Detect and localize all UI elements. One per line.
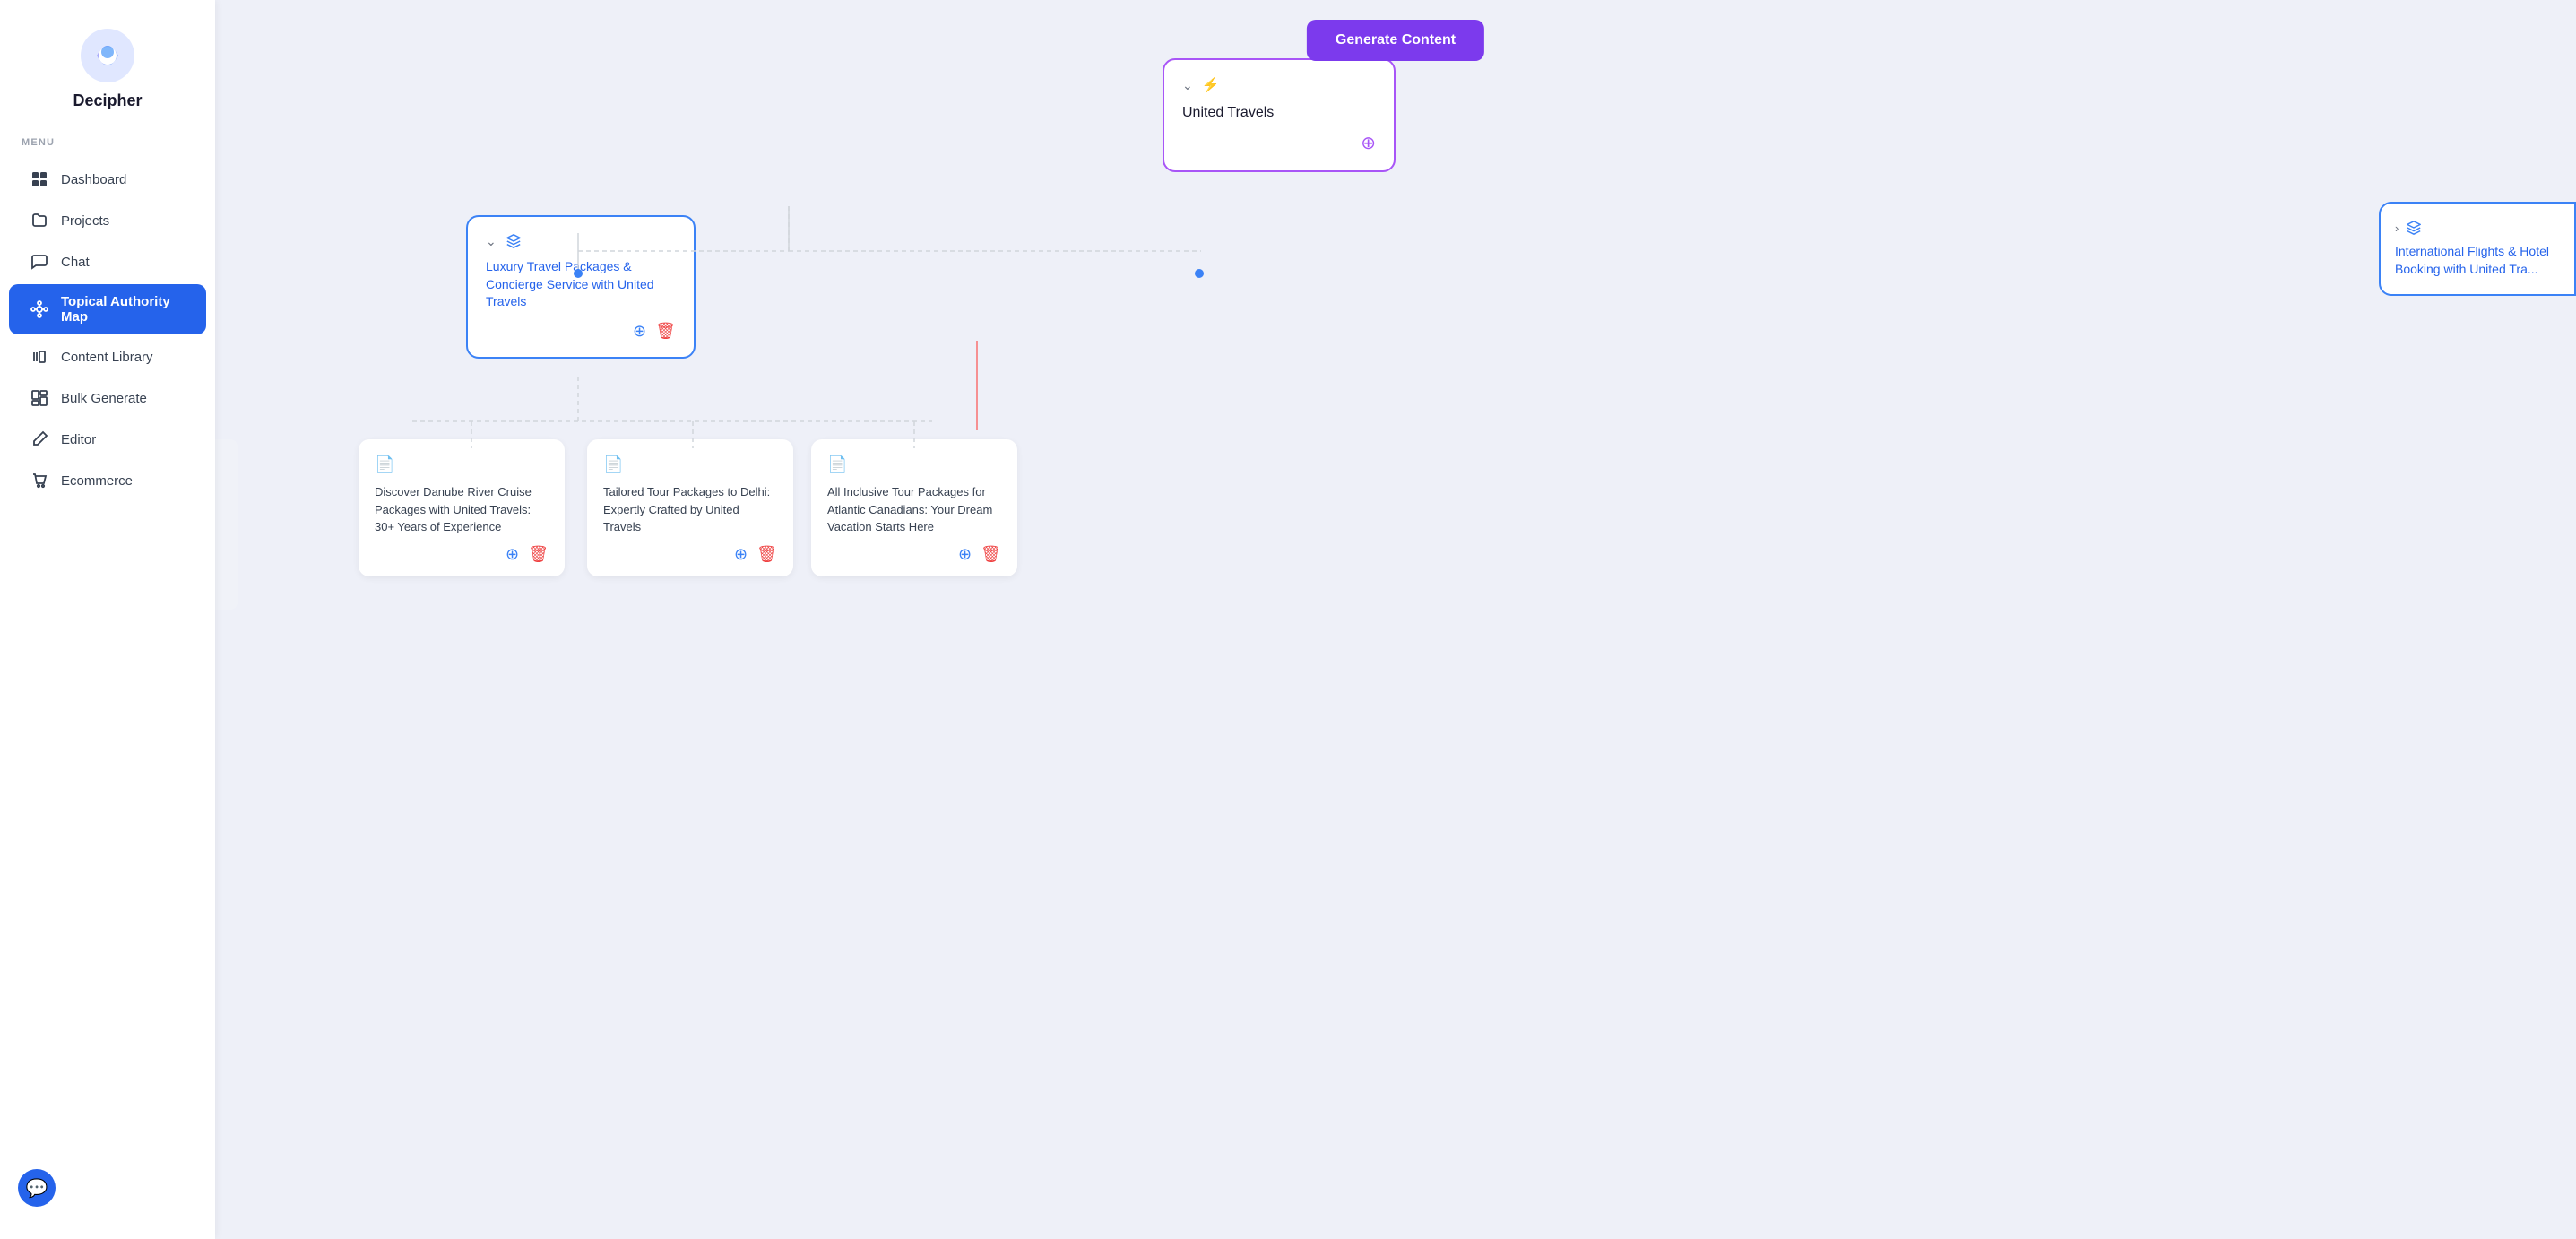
editor-label: Editor <box>61 432 96 447</box>
leaf-title-3: All Inclusive Tour Packages for Atlantic… <box>827 483 1001 536</box>
generate-content-button[interactable]: Generate Content <box>1307 20 1484 61</box>
bulk-generate-icon <box>30 389 48 407</box>
bulk-generate-label: Bulk Generate <box>61 391 147 406</box>
mid-left-delete-button[interactable]: 🗑 <box>655 322 676 341</box>
mid-left-collapse-icon[interactable]: ⌄ <box>486 234 497 249</box>
bolt-icon: ⚡ <box>1202 76 1220 94</box>
content-library-label: Content Library <box>61 350 153 365</box>
leaf-icon-3: 📄 <box>827 455 1001 474</box>
mid-node-left-header: ⌄ <box>486 233 676 249</box>
mid-node-right: › International Flights & Hotel Booking … <box>2379 202 2576 296</box>
topical-authority-icon <box>30 300 48 318</box>
leaf-1-add-button[interactable]: ⊕ <box>506 545 519 564</box>
dashboard-label: Dashboard <box>61 172 126 187</box>
topical-authority-label: Topical Authority Map <box>61 294 185 325</box>
menu-label: MENU <box>0 137 215 159</box>
leaf-actions-3: ⊕ 🗑 <box>827 545 1001 564</box>
chat-label: Chat <box>61 255 90 270</box>
projects-label: Projects <box>61 213 109 229</box>
collapse-icon[interactable]: ⌄ <box>1182 78 1193 93</box>
chat-support-button[interactable]: 💬 <box>18 1169 56 1207</box>
left-partial-strip <box>215 439 238 610</box>
sidebar-item-topical-authority[interactable]: Topical Authority Map <box>9 284 206 334</box>
editor-icon <box>30 430 48 448</box>
mid-node-right-header: › <box>2395 220 2560 236</box>
sidebar-item-ecommerce[interactable]: Ecommerce <box>9 462 206 499</box>
mid-node-left-actions: ⊕ 🗑 <box>486 322 676 341</box>
mid-node-left: ⌄ Luxury Travel Packages & Concierge Ser… <box>466 215 696 359</box>
sidebar-item-bulk-generate[interactable]: Bulk Generate <box>9 379 206 417</box>
sidebar-item-editor[interactable]: Editor <box>9 420 206 458</box>
leaf-3-add-button[interactable]: ⊕ <box>958 545 972 564</box>
chat-bubble-icon: 💬 <box>26 1177 48 1200</box>
sidebar-item-dashboard[interactable]: Dashboard <box>9 160 206 198</box>
dashboard-icon <box>30 170 48 188</box>
root-node-title: United Travels <box>1182 105 1376 121</box>
leaf-2-delete-button[interactable]: 🗑 <box>756 545 777 564</box>
content-library-icon <box>30 348 48 366</box>
layers-icon-right <box>2406 220 2422 236</box>
leaf-3-delete-button[interactable]: 🗑 <box>981 545 1001 564</box>
sidebar-item-projects[interactable]: Projects <box>9 202 206 239</box>
leaf-title-2: Tailored Tour Packages to Delhi: Expertl… <box>603 483 777 536</box>
root-node-header: ⌄ ⚡ <box>1182 76 1376 94</box>
logo-icon <box>79 27 136 84</box>
layers-icon-left <box>506 233 522 249</box>
projects-icon <box>30 212 48 230</box>
leaf-icon-2: 📄 <box>603 455 777 474</box>
leaf-1-delete-button[interactable]: 🗑 <box>528 545 549 564</box>
connector-lines <box>215 0 2576 1239</box>
mid-right-expand-icon[interactable]: › <box>2395 221 2399 235</box>
ecommerce-icon <box>30 472 48 490</box>
chat-icon <box>30 253 48 271</box>
root-node: ⌄ ⚡ United Travels ⊕ <box>1163 58 1396 172</box>
leaf-2-add-button[interactable]: ⊕ <box>734 545 748 564</box>
logo-area: Decipher <box>0 18 215 137</box>
main-canvas: Generate Content ⌄ ⚡ United Travels ⊕ <box>215 0 2576 1239</box>
leaf-title-1: Discover Danube River Cruise Packages wi… <box>375 483 549 536</box>
leaf-actions-1: ⊕ 🗑 <box>375 545 549 564</box>
leaf-card-2: 📄 Tailored Tour Packages to Delhi: Exper… <box>587 439 793 576</box>
mid-node-left-title: Luxury Travel Packages & Concierge Servi… <box>486 258 676 311</box>
leaf-card-3: 📄 All Inclusive Tour Packages for Atlant… <box>811 439 1017 576</box>
sidebar-bottom: 💬 <box>0 1155 215 1221</box>
ecommerce-label: Ecommerce <box>61 473 133 489</box>
leaf-card-1: 📄 Discover Danube River Cruise Packages … <box>359 439 565 576</box>
sidebar: Decipher MENU Dashboard Projects Chat <box>0 0 215 1239</box>
sidebar-item-content-library[interactable]: Content Library <box>9 338 206 376</box>
app-name: Decipher <box>73 91 142 110</box>
sidebar-item-chat[interactable]: Chat <box>9 243 206 281</box>
mid-left-add-button[interactable]: ⊕ <box>633 322 646 341</box>
mid-node-right-title: International Flights & Hotel Booking wi… <box>2395 243 2560 278</box>
leaf-icon-1: 📄 <box>375 455 549 474</box>
leaf-actions-2: ⊕ 🗑 <box>603 545 777 564</box>
root-add-button[interactable]: ⊕ <box>1182 132 1376 154</box>
